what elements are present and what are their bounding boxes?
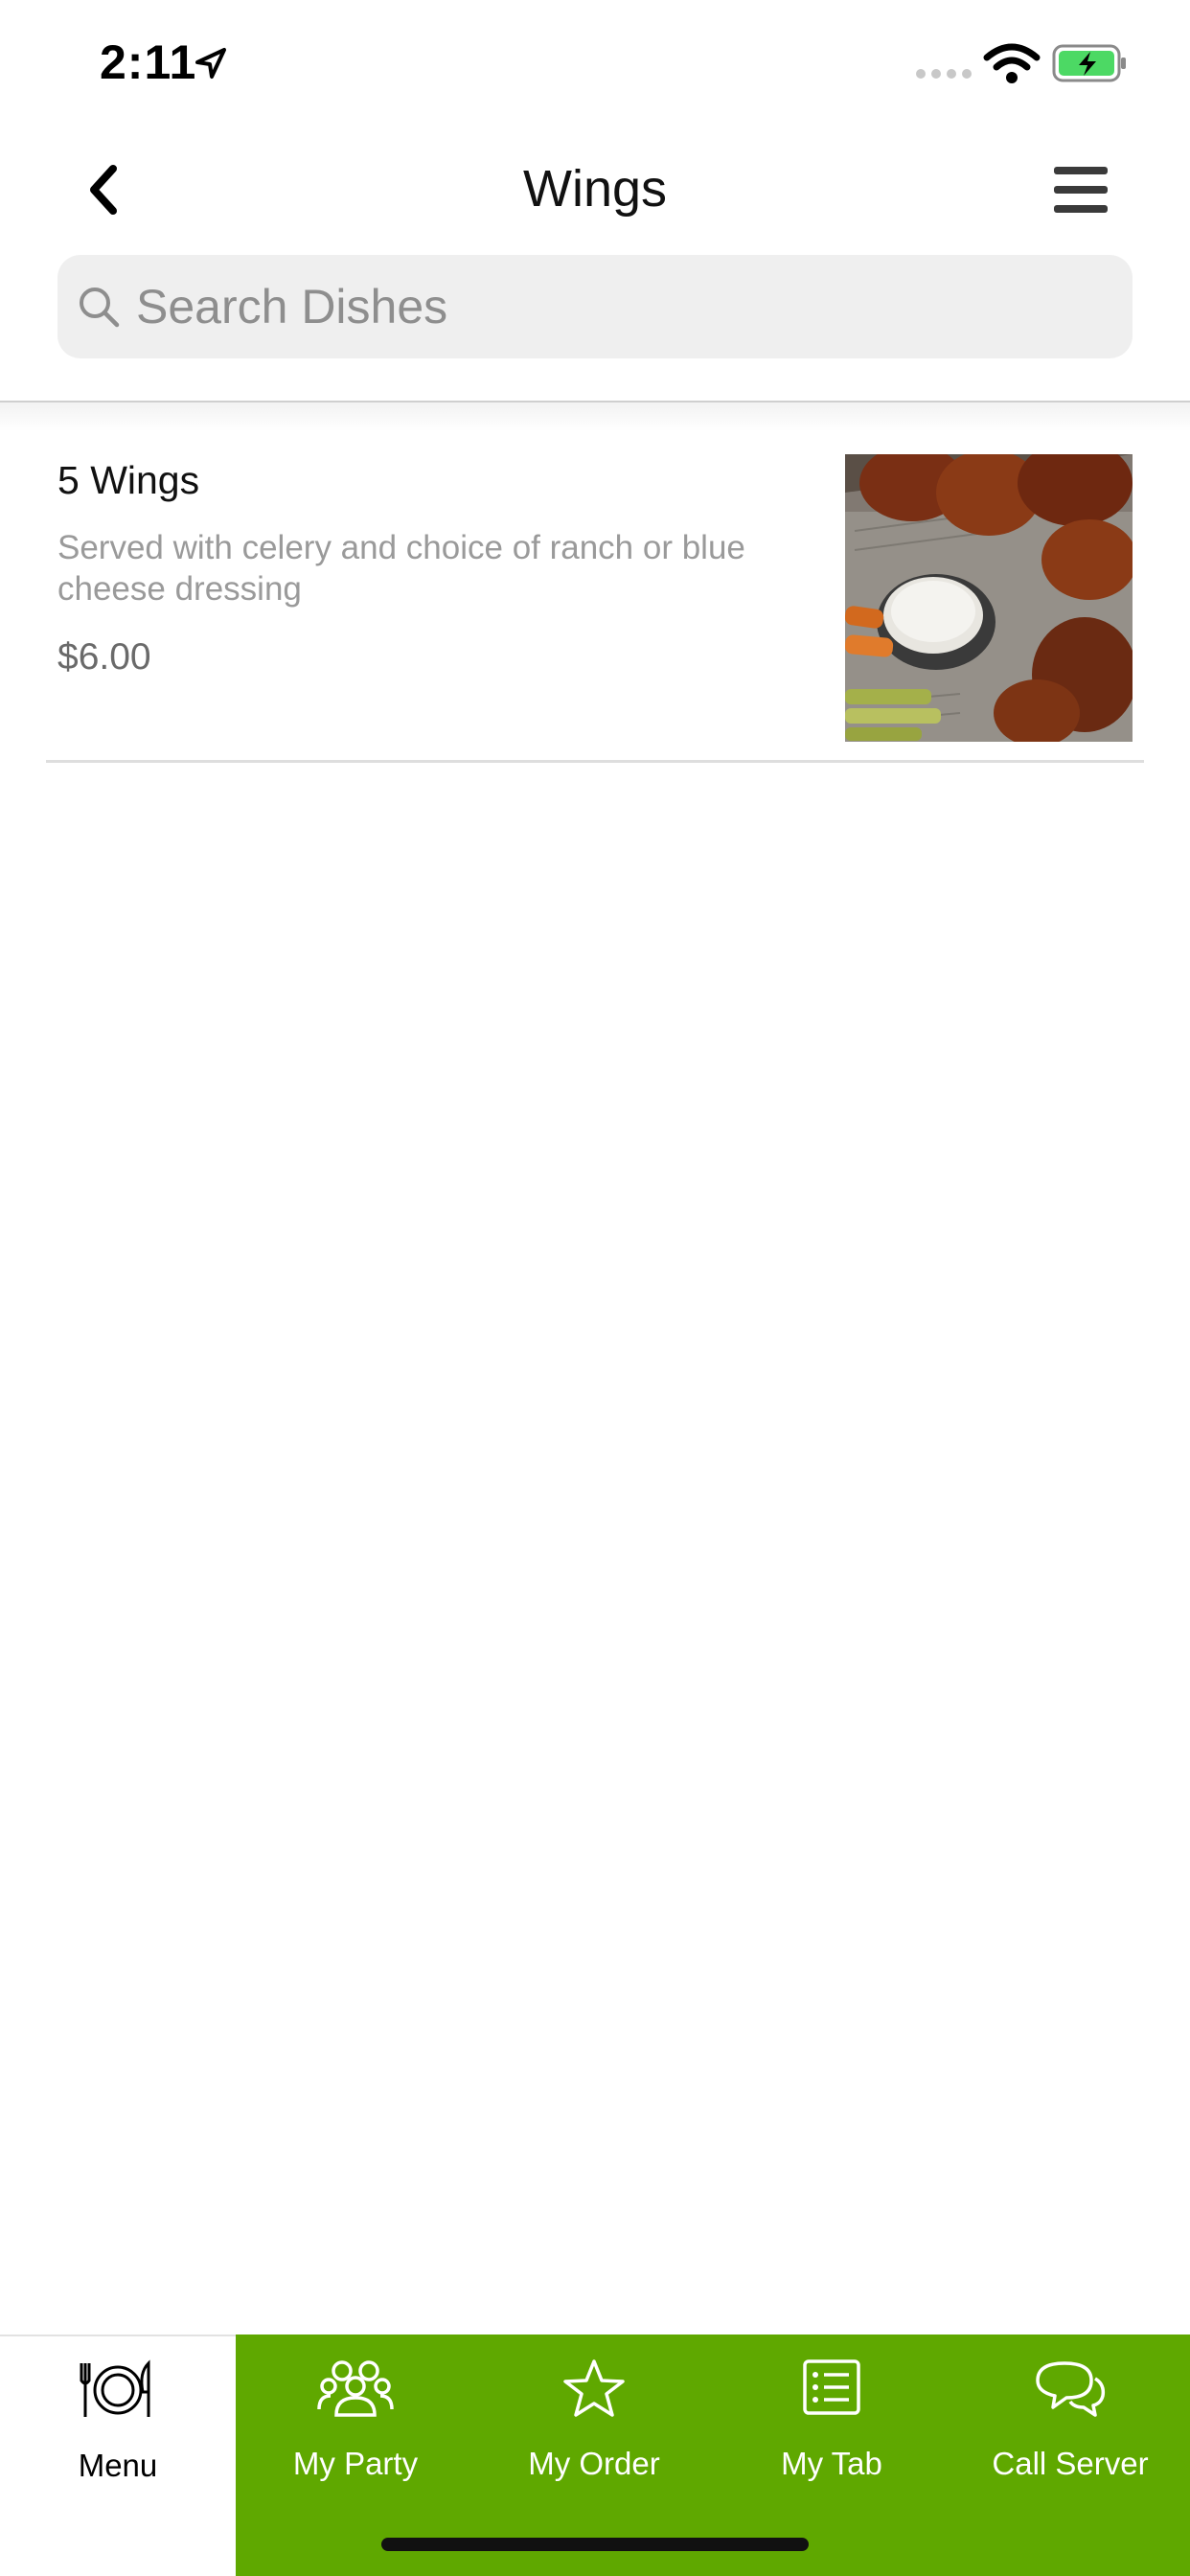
star-icon <box>563 2359 625 2417</box>
tab-menu[interactable]: Menu <box>0 2334 236 2576</box>
hamburger-menu-button[interactable] <box>1052 163 1110 217</box>
tab-call-server[interactable]: Call Server <box>950 2334 1190 2576</box>
battery-charging-icon <box>1052 44 1126 82</box>
dish-price: $6.00 <box>57 636 151 678</box>
menu-plate-icon <box>80 2359 150 2417</box>
party-people-icon <box>317 2360 394 2417</box>
status-time: 2:11 <box>100 35 197 89</box>
dish-list-item[interactable]: 5 Wings Served with celery and choice of… <box>46 431 1144 763</box>
tab-menu-label: Menu <box>78 2448 158 2483</box>
tab-my-party-label: My Party <box>292 2446 419 2481</box>
tab-list-icon <box>803 2359 860 2415</box>
page-title: Wings <box>522 160 668 218</box>
cellular-signal-icon <box>916 69 972 79</box>
location-arrow-icon <box>195 48 226 79</box>
search-icon <box>80 288 120 328</box>
dish-description: Served with celery and choice of ranch o… <box>57 529 745 608</box>
home-indicator[interactable] <box>381 2538 809 2551</box>
search-bar[interactable] <box>57 255 1133 358</box>
tab-call-server-label: Call Server <box>992 2446 1149 2481</box>
tab-my-tab-label: My Tab <box>781 2446 882 2481</box>
chat-bubbles-icon <box>1036 2361 1106 2417</box>
dish-photo <box>845 454 1133 742</box>
nav-header: Wings <box>0 126 1190 253</box>
wifi-icon <box>983 43 1041 83</box>
status-bar: 2:11 <box>0 0 1190 126</box>
dish-name: 5 Wings <box>57 458 200 502</box>
search-input[interactable] <box>136 279 1094 334</box>
tab-my-order-label: My Order <box>528 2446 660 2481</box>
